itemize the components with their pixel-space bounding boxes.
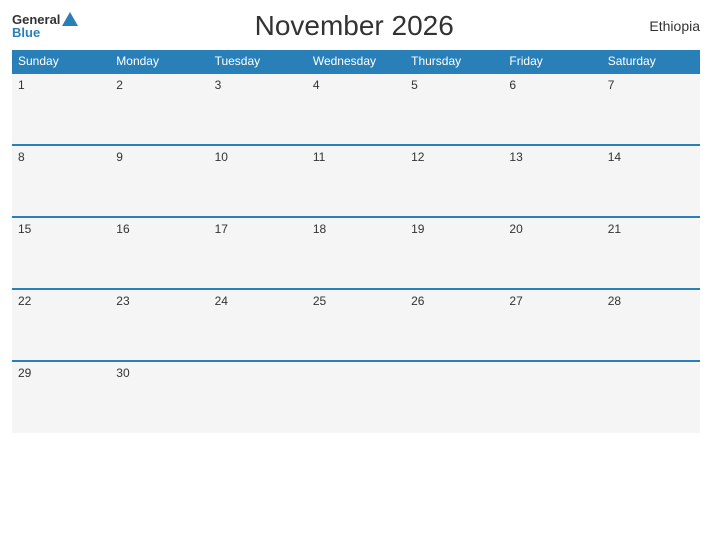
day-number: 11 (313, 150, 399, 164)
calendar-cell: 10 (209, 145, 307, 217)
calendar-cell: 16 (110, 217, 208, 289)
day-number: 8 (18, 150, 104, 164)
calendar-cell: 14 (602, 145, 700, 217)
calendar-cell: 20 (503, 217, 601, 289)
calendar-cell: 26 (405, 289, 503, 361)
calendar-cell: 19 (405, 217, 503, 289)
day-number: 17 (215, 222, 301, 236)
calendar-cell (307, 361, 405, 433)
day-number: 10 (215, 150, 301, 164)
weekday-header-saturday: Saturday (602, 50, 700, 73)
logo-triangle-icon (62, 12, 78, 26)
country-label: Ethiopia (630, 18, 700, 34)
week-row-3: 22 23 24 25 26 27 28 (12, 289, 700, 361)
calendar-cell: 23 (110, 289, 208, 361)
day-number: 28 (608, 294, 694, 308)
day-number: 2 (116, 78, 202, 92)
day-number: 30 (116, 366, 202, 380)
calendar-cell: 18 (307, 217, 405, 289)
weekday-header-monday: Monday (110, 50, 208, 73)
calendar-cell (405, 361, 503, 433)
weekday-header-wednesday: Wednesday (307, 50, 405, 73)
week-row-4: 29 30 (12, 361, 700, 433)
day-number: 27 (509, 294, 595, 308)
day-number: 5 (411, 78, 497, 92)
calendar-cell: 5 (405, 73, 503, 145)
day-number: 24 (215, 294, 301, 308)
weekday-header-sunday: Sunday (12, 50, 110, 73)
day-number: 14 (608, 150, 694, 164)
day-number: 7 (608, 78, 694, 92)
day-number: 16 (116, 222, 202, 236)
day-number: 6 (509, 78, 595, 92)
calendar-cell: 6 (503, 73, 601, 145)
calendar-cell: 7 (602, 73, 700, 145)
calendar-cell: 1 (12, 73, 110, 145)
day-number: 4 (313, 78, 399, 92)
calendar-table: SundayMondayTuesdayWednesdayThursdayFrid… (12, 50, 700, 433)
calendar-cell (602, 361, 700, 433)
calendar-cell: 8 (12, 145, 110, 217)
day-number: 23 (116, 294, 202, 308)
calendar-cell: 2 (110, 73, 208, 145)
day-number: 15 (18, 222, 104, 236)
week-row-2: 15 16 17 18 19 20 21 (12, 217, 700, 289)
day-number: 9 (116, 150, 202, 164)
calendar-cell: 25 (307, 289, 405, 361)
day-number: 29 (18, 366, 104, 380)
calendar-cell: 30 (110, 361, 208, 433)
calendar-cell: 21 (602, 217, 700, 289)
weekday-header-friday: Friday (503, 50, 601, 73)
calendar-cell (209, 361, 307, 433)
day-number: 3 (215, 78, 301, 92)
calendar-cell: 11 (307, 145, 405, 217)
month-title: November 2026 (78, 10, 630, 42)
day-number: 12 (411, 150, 497, 164)
calendar-cell: 29 (12, 361, 110, 433)
calendar-cell: 28 (602, 289, 700, 361)
calendar-header: SundayMondayTuesdayWednesdayThursdayFrid… (12, 50, 700, 73)
calendar-cell: 27 (503, 289, 601, 361)
weekday-header-thursday: Thursday (405, 50, 503, 73)
calendar-container: General Blue November 2026 Ethiopia Sund… (0, 0, 712, 550)
week-row-1: 89 10 11 12 13 14 (12, 145, 700, 217)
weekday-row: SundayMondayTuesdayWednesdayThursdayFrid… (12, 50, 700, 73)
logo: General Blue (12, 13, 78, 39)
day-number: 13 (509, 150, 595, 164)
day-number: 21 (608, 222, 694, 236)
week-row-0: 1234567 (12, 73, 700, 145)
calendar-cell: 9 (110, 145, 208, 217)
logo-blue-text: Blue (12, 26, 40, 39)
calendar-cell: 22 (12, 289, 110, 361)
calendar-cell: 4 (307, 73, 405, 145)
calendar-cell: 17 (209, 217, 307, 289)
calendar-cell: 12 (405, 145, 503, 217)
calendar-cell: 3 (209, 73, 307, 145)
day-number: 20 (509, 222, 595, 236)
calendar-body: 1234567891011121314151617181920212223242… (12, 73, 700, 433)
day-number: 25 (313, 294, 399, 308)
day-number: 18 (313, 222, 399, 236)
weekday-header-tuesday: Tuesday (209, 50, 307, 73)
day-number: 19 (411, 222, 497, 236)
day-number: 22 (18, 294, 104, 308)
calendar-cell: 15 (12, 217, 110, 289)
calendar-cell: 24 (209, 289, 307, 361)
day-number: 26 (411, 294, 497, 308)
calendar-cell (503, 361, 601, 433)
day-number: 1 (18, 78, 104, 92)
header: General Blue November 2026 Ethiopia (12, 10, 700, 42)
calendar-cell: 13 (503, 145, 601, 217)
